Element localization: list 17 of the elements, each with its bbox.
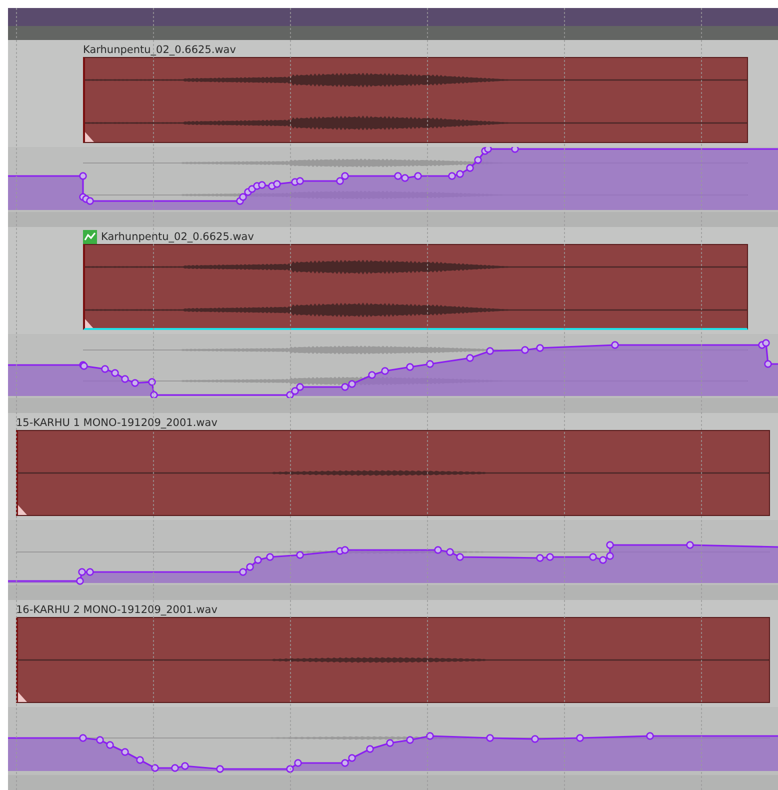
audio-clip[interactable] — [16, 430, 770, 516]
clip-name: 15-KARHU 1 MONO-191209_2001.wav — [16, 416, 218, 428]
volume-envelope-drawing[interactable] — [8, 147, 778, 210]
audio-clip[interactable] — [83, 244, 748, 330]
fade-handle[interactable] — [85, 132, 94, 142]
volume-envelope-drawing[interactable] — [8, 541, 778, 585]
fade-handle[interactable] — [85, 319, 94, 328]
audio-clip[interactable] — [16, 617, 770, 703]
audio-clip[interactable] — [83, 57, 748, 143]
fade-handle[interactable] — [18, 692, 27, 702]
volume-envelope-drawing[interactable] — [8, 339, 778, 398]
envelope-icon[interactable] — [83, 230, 97, 244]
volume-envelope-drawing[interactable] — [8, 732, 778, 773]
fade-handle[interactable] — [18, 505, 27, 515]
clip-name: Karhunpentu_02_0.6625.wav — [83, 44, 236, 56]
clip-name: 16-KARHU 2 MONO-191209_2001.wav — [16, 604, 218, 616]
clip-name: Karhunpentu_02_0.6625.wav — [101, 230, 254, 242]
